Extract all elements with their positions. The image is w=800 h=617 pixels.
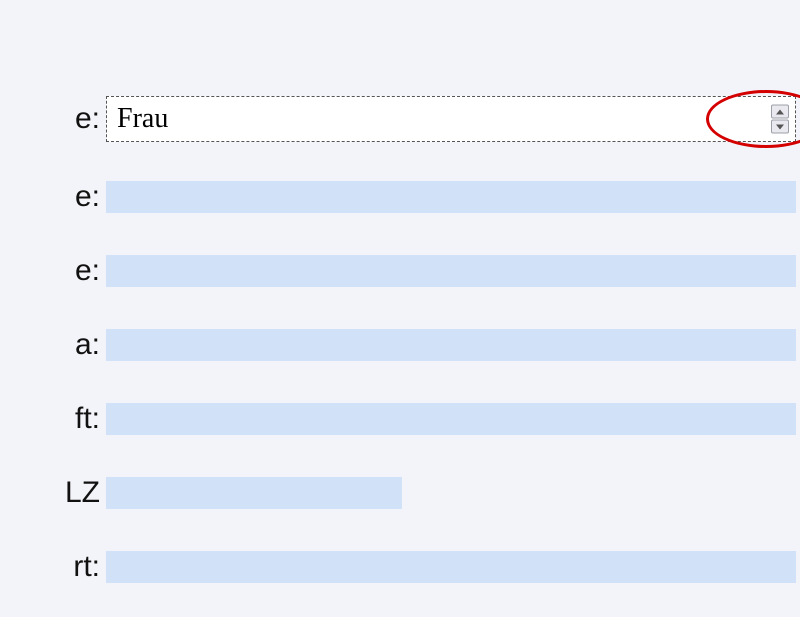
- input-6[interactable]: [106, 477, 402, 509]
- chevron-down-icon[interactable]: [771, 120, 789, 134]
- label-7: rt:: [0, 550, 106, 584]
- input-5[interactable]: [106, 403, 796, 435]
- label-5: ft:: [0, 402, 106, 436]
- input-4[interactable]: [106, 329, 796, 361]
- row-7: rt:: [0, 543, 800, 591]
- row-anrede: e: Frau: [0, 95, 800, 143]
- row-3: e:: [0, 247, 800, 295]
- label-4: a:: [0, 328, 106, 362]
- form: e: Frau e: e:: [0, 95, 800, 617]
- row-4: a:: [0, 321, 800, 369]
- row-5: ft:: [0, 395, 800, 443]
- anrede-dropdown-value: Frau: [117, 103, 168, 135]
- row-6: LZ: [0, 469, 800, 517]
- label-6: LZ: [0, 476, 106, 510]
- label-3: e:: [0, 254, 106, 288]
- label-2: e:: [0, 180, 106, 214]
- input-3[interactable]: [106, 255, 796, 287]
- anrede-spinner: [771, 105, 789, 134]
- chevron-up-icon[interactable]: [771, 105, 789, 119]
- label-anrede: e:: [0, 102, 106, 136]
- input-7[interactable]: [106, 551, 796, 583]
- row-2: e:: [0, 173, 800, 221]
- input-2[interactable]: [106, 181, 796, 213]
- anrede-dropdown[interactable]: Frau: [106, 96, 796, 142]
